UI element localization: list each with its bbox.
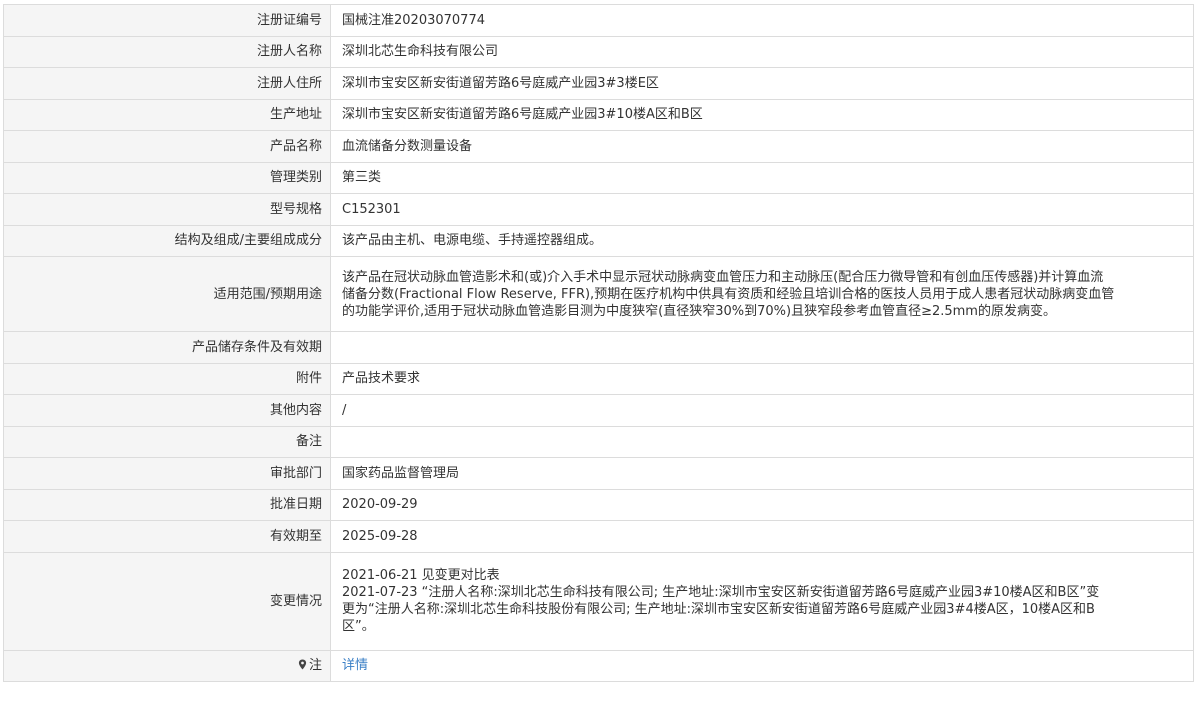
row-production-address: 生产地址 深圳市宝安区新安街道留芳路6号庭威产业园3#10楼A区和B区 bbox=[3, 98, 1194, 131]
row-value: 第三类 bbox=[330, 161, 1194, 194]
row-label: 其他内容 bbox=[3, 394, 331, 427]
row-label: 产品名称 bbox=[3, 130, 331, 163]
row-remarks: 备注 bbox=[3, 425, 1194, 458]
pin-icon bbox=[298, 659, 307, 670]
row-label: 附件 bbox=[3, 362, 331, 395]
value-line: 更为“注册人名称:深圳北芯生命科技股份有限公司; 生产地址:深圳市宝安区新安街道… bbox=[342, 602, 1095, 617]
row-label: 变更情况 bbox=[3, 551, 331, 651]
row-approval-department: 审批部门 国家药品监督管理局 bbox=[3, 457, 1194, 490]
value-line: 的功能学评价,适用于冠状动脉血管造影目测为中度狭窄(直径狭窄30%到70%)且狭… bbox=[342, 303, 1056, 319]
row-label: 审批部门 bbox=[3, 457, 331, 490]
value-line: 2021-06-21 见变更对比表 bbox=[342, 568, 500, 583]
row-other-content: 其他内容 / bbox=[3, 394, 1194, 427]
row-note: 注 详情 bbox=[3, 649, 1194, 682]
row-value: 详情 bbox=[330, 649, 1194, 682]
row-structure-composition: 结构及组成/主要组成成分 该产品由主机、电源电缆、手持遥控器组成。 bbox=[3, 224, 1194, 257]
note-label: 注 bbox=[308, 658, 322, 674]
value-line: 储备分数(Fractional Flow Reserve, FFR),预期在医疗… bbox=[342, 286, 1115, 302]
row-value: / bbox=[330, 394, 1194, 427]
row-label: 适用范围/预期用途 bbox=[3, 256, 331, 332]
details-link[interactable]: 详情 bbox=[342, 658, 368, 673]
registration-table: 注册证编号 国械注准20203070774 注册人名称 深圳北芯生命科技有限公司… bbox=[3, 4, 1194, 682]
row-value: 深圳北芯生命科技有限公司 bbox=[330, 35, 1194, 68]
row-value: 深圳市宝安区新安街道留芳路6号庭威产业园3#10楼A区和B区 bbox=[330, 98, 1194, 131]
row-value: 血流储备分数测量设备 bbox=[330, 130, 1194, 163]
row-attachment: 附件 产品技术要求 bbox=[3, 362, 1194, 395]
value-line: 2021-07-23 “注册人名称:深圳北芯生命科技有限公司; 生产地址:深圳市… bbox=[342, 585, 1100, 600]
row-value: 2021-06-21 见变更对比表 2021-07-23 “注册人名称:深圳北芯… bbox=[330, 551, 1194, 651]
row-product-name: 产品名称 血流储备分数测量设备 bbox=[3, 130, 1194, 163]
row-registration-number: 注册证编号 国械注准20203070774 bbox=[3, 4, 1194, 37]
row-registrant-name: 注册人名称 深圳北芯生命科技有限公司 bbox=[3, 35, 1194, 68]
row-value: 国家药品监督管理局 bbox=[330, 457, 1194, 490]
row-valid-until: 有效期至 2025-09-28 bbox=[3, 520, 1194, 553]
row-label: 注册人住所 bbox=[3, 67, 331, 100]
row-value bbox=[330, 425, 1194, 458]
row-intended-use: 适用范围/预期用途 该产品在冠状动脉血管造影术和(或)介入手术中显示冠状动脉病变… bbox=[3, 256, 1194, 332]
row-label: 结构及组成/主要组成成分 bbox=[3, 224, 331, 257]
row-value: 该产品在冠状动脉血管造影术和(或)介入手术中显示冠状动脉病变血管压力和主动脉压(… bbox=[330, 256, 1194, 332]
row-label: 注 bbox=[3, 649, 331, 682]
row-change-history: 变更情况 2021-06-21 见变更对比表 2021-07-23 “注册人名称… bbox=[3, 551, 1194, 651]
row-value: 深圳市宝安区新安街道留芳路6号庭威产业园3#3楼E区 bbox=[330, 67, 1194, 100]
row-value: C152301 bbox=[330, 193, 1194, 226]
value-line: 区”。 bbox=[342, 619, 375, 634]
row-value bbox=[330, 331, 1194, 364]
row-value: 该产品由主机、电源电缆、手持遥控器组成。 bbox=[330, 224, 1194, 257]
row-label: 管理类别 bbox=[3, 161, 331, 194]
row-model-spec: 型号规格 C152301 bbox=[3, 193, 1194, 226]
row-label: 注册证编号 bbox=[3, 4, 331, 37]
row-value: 国械注准20203070774 bbox=[330, 4, 1194, 37]
value-line: 该产品在冠状动脉血管造影术和(或)介入手术中显示冠状动脉病变血管压力和主动脉压(… bbox=[342, 269, 1104, 285]
row-label: 型号规格 bbox=[3, 193, 331, 226]
row-label: 备注 bbox=[3, 425, 331, 458]
row-label: 注册人名称 bbox=[3, 35, 331, 68]
row-label: 产品储存条件及有效期 bbox=[3, 331, 331, 364]
row-value: 2025-09-28 bbox=[330, 520, 1194, 553]
row-label: 批准日期 bbox=[3, 488, 331, 521]
row-label: 有效期至 bbox=[3, 520, 331, 553]
row-storage-conditions: 产品储存条件及有效期 bbox=[3, 331, 1194, 364]
row-value: 2020-09-29 bbox=[330, 488, 1194, 521]
row-approval-date: 批准日期 2020-09-29 bbox=[3, 488, 1194, 521]
row-registrant-address: 注册人住所 深圳市宝安区新安街道留芳路6号庭威产业园3#3楼E区 bbox=[3, 67, 1194, 100]
row-label: 生产地址 bbox=[3, 98, 331, 131]
row-value: 产品技术要求 bbox=[330, 362, 1194, 395]
row-management-category: 管理类别 第三类 bbox=[3, 161, 1194, 194]
